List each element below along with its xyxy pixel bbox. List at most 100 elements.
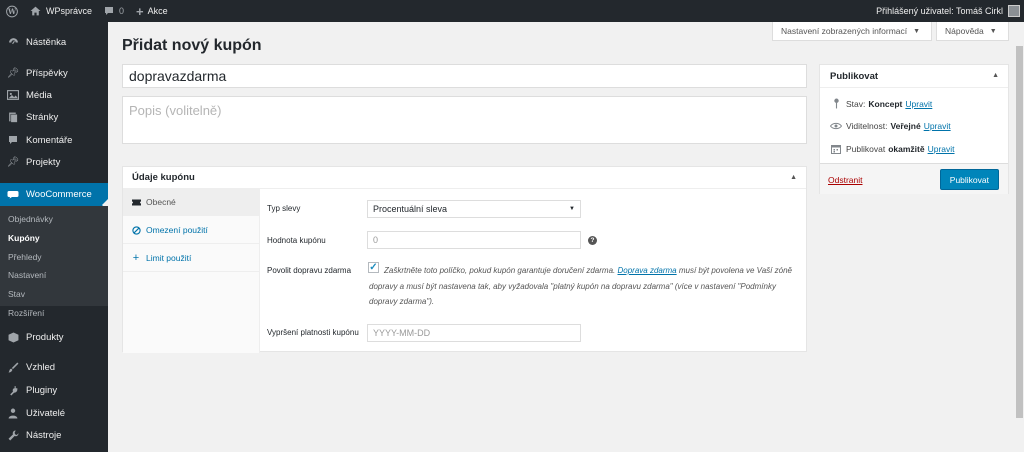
caret-down-icon: ▼ [569,206,575,212]
caret-down-icon: ▼ [913,27,921,35]
plus-icon: + [136,3,144,19]
sidebar-item-label: Uživatelé [26,407,66,419]
edit-status-link[interactable]: Upravit [905,99,932,109]
edit-schedule-link[interactable]: Upravit [928,144,955,154]
sidebar-item-plugins[interactable]: Pluginy [0,379,108,401]
screen-options-button[interactable]: Nastavení zobrazených informací ▼ [772,22,932,41]
submenu-status[interactable]: Stav [8,289,25,299]
comments-count: 0 [119,6,125,16]
sidebar-item-label: Stránky [26,111,59,123]
coupon-amount-placeholder: 0 [373,235,379,245]
free-shipping-desc-part1: Zaškrtněte toto políčko, pokud kupón gar… [384,266,616,275]
new-content-link[interactable]: + Akce [130,0,174,22]
page-title: Přidat nový kupón [122,37,262,54]
tab-general[interactable]: Obecné [123,189,260,216]
expiry-date-placeholder: YYYY-MM-DD [373,328,431,338]
discount-type-select[interactable]: Procentuální sleva ▼ [367,200,581,218]
wrench-icon [7,429,19,441]
sidebar-item-label: Nástěnka [26,36,67,48]
coupon-code-input[interactable]: dopravazdarma [122,64,807,88]
free-shipping-label: Povolit dopravu zdarma [267,266,352,275]
visibility-label: Viditelnost: [846,121,888,131]
tab-label: Limit použití [146,253,192,263]
status-label: Stav: [846,98,866,109]
status-value: Koncept [868,98,903,109]
free-shipping-description: Zaškrtněte toto políčko, pokud kupón gar… [369,263,793,310]
site-name-link[interactable]: WPsprávce [24,0,98,22]
wordpress-logo-icon[interactable]: W [0,0,24,22]
caret-down-icon: ▼ [989,27,997,35]
publish-box: Publikovat ▲ Stav: Koncept Upravit Vidit… [819,64,1009,194]
sidebar-item-tools[interactable]: Nástroje [0,424,108,446]
tab-label: Obecné [146,197,176,207]
caret-up-icon[interactable]: ▲ [992,72,999,79]
coupon-code-value: dopravazdarma [129,68,227,84]
my-account[interactable]: Přihlášený uživatel: Tomáš Cirkl [870,0,1024,22]
sidebar-item-users[interactable]: Uživatelé [0,402,108,424]
svg-text:W: W [7,7,17,16]
sidebar-item-posts[interactable]: 📌︎ Příspěvky [0,62,108,84]
move-to-trash-link[interactable]: Odstranit [828,175,863,185]
sidebar-item-projects[interactable]: 📌︎ Projekty [0,151,108,173]
new-content-label: Akce [147,6,168,16]
greeting: Přihlášený uživatel: Tomáš Cirkl [876,6,1003,16]
schedule-label: Publikovat [846,144,886,154]
screen-options-label: Nastavení zobrazených informací [781,26,908,36]
help-tip-icon[interactable]: ? [588,236,597,245]
dashboard-icon [7,36,19,48]
woo-icon [7,189,19,201]
sidebar-item-media[interactable]: Média [0,84,108,106]
box-icon [7,331,19,343]
scrollbar-thumb[interactable] [1016,46,1023,418]
pin-icon: 📌︎ [6,67,20,79]
publish-heading[interactable]: Publikovat [820,65,1008,88]
admin-bar: W WPsprávce 0 + Akce Přihlášený uživatel… [0,0,1024,22]
prohibited-icon [131,225,141,235]
sidebar-item-label: WooCommerce [26,189,92,200]
comment-icon [7,134,19,146]
woocommerce-submenu: Objednávky Kupóny Přehledy Nastavení Sta… [0,206,108,318]
media-icon [7,89,19,101]
comments-link[interactable]: 0 [98,0,130,22]
admin-sidebar: Nástěnka 📌︎ Příspěvky Média Stránky Kome… [0,22,108,452]
tab-usage-restriction[interactable]: Omezení použití [123,217,260,244]
tab-usage-limits[interactable]: + Limit použití [123,245,260,272]
free-shipping-checkbox[interactable]: ✓ [368,262,379,273]
coupon-amount-input[interactable]: 0 [367,231,581,249]
help-button[interactable]: Nápověda ▼ [936,22,1009,41]
publish-button[interactable]: Publikovat [939,169,999,190]
sidebar-item-comments[interactable]: Komentáře [0,129,108,151]
coupon-data-title: Údaje kupónu [132,172,195,183]
expiry-date-input[interactable]: YYYY-MM-DD [367,324,581,342]
submenu-reports[interactable]: Přehledy [8,252,42,262]
discount-type-value: Procentuální sleva [373,204,448,214]
page-scrollbar[interactable] [1015,22,1024,452]
brush-icon [7,361,19,373]
free-shipping-link[interactable]: Doprava zdarma [617,266,676,275]
ticket-icon [131,199,141,206]
comment-icon [104,6,114,16]
help-label: Nápověda [945,26,984,36]
submenu-settings[interactable]: Nastavení [8,270,46,280]
sidebar-item-products[interactable]: Produkty [0,326,108,348]
sidebar-item-pages[interactable]: Stránky [0,106,108,128]
edit-visibility-link[interactable]: Upravit [924,121,951,131]
sidebar-item-appearance[interactable]: Vzhled [0,356,108,378]
coupon-data-heading[interactable]: Údaje kupónu [123,167,806,189]
sidebar-item-woocommerce[interactable]: WooCommerce [0,183,108,206]
sidebar-item-label: Příspěvky [26,67,68,79]
description-textarea[interactable]: Popis (volitelně) [122,96,807,144]
coupon-tabs: Obecné Omezení použití + Limit použití [123,189,260,353]
user-icon [7,407,19,419]
pin-icon: 📌︎ [6,156,20,168]
submenu-orders[interactable]: Objednávky [8,214,53,224]
eye-icon [830,122,842,130]
publish-schedule-row: Publikovat okamžitě Upravit [830,144,955,154]
pin-icon [830,98,842,109]
tab-label: Omezení použití [146,225,208,235]
sidebar-item-dashboard[interactable]: Nástěnka [0,31,108,53]
sidebar-item-label: Komentáře [26,134,73,146]
submenu-extensions[interactable]: Rozšíření [8,308,44,318]
submenu-coupons[interactable]: Kupóny [8,233,40,243]
caret-up-icon[interactable]: ▲ [790,174,797,181]
